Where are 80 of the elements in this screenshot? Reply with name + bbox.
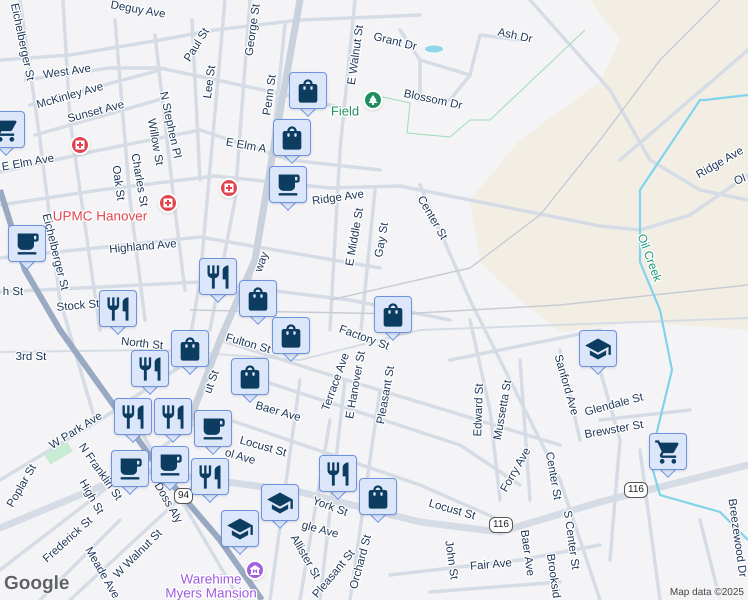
tree-icon [367, 94, 379, 106]
shopping-bag-marker[interactable] [171, 330, 209, 376]
street-label: Ol [732, 172, 748, 188]
street-label: Brooksid [544, 553, 562, 599]
street-label: gle Ave [300, 519, 340, 541]
fork-knife-marker[interactable] [131, 350, 169, 396]
street-label: way [252, 250, 272, 274]
street-label: Blossom Dr [402, 88, 464, 112]
street-label: Grant Dr [372, 30, 418, 54]
street-label: Fair Ave [470, 557, 512, 573]
street-label: E Elm Ave [0, 152, 56, 174]
shopping-bag-marker[interactable] [359, 478, 397, 524]
hospital-pin-icon[interactable] [219, 178, 239, 198]
shopping-bag-marker[interactable] [272, 317, 310, 363]
graduation-cap-marker[interactable] [221, 510, 259, 556]
route-shield: 116 [624, 482, 648, 498]
fork-knife-marker[interactable] [191, 458, 229, 504]
google-logo: Google [4, 572, 70, 596]
street-label: Baer Ave [518, 529, 536, 577]
street-label: Breezewood Dr [726, 498, 748, 578]
street-label: E Walnut St [346, 24, 366, 86]
street-label: ut St [202, 368, 222, 396]
museum-label: Warehime [180, 572, 242, 587]
street-label: h St [2, 286, 24, 298]
street-label: E Elm A [224, 136, 268, 156]
street-label: West Ave [42, 62, 92, 82]
street-label: E Middle St [344, 207, 366, 267]
park-label: Field [330, 103, 360, 118]
street-label: Ash Dr [496, 26, 534, 46]
fork-knife-marker[interactable] [114, 398, 152, 444]
graduation-cap-marker[interactable] [579, 330, 617, 376]
street-label: S Center St [560, 510, 582, 570]
street-label: Edward St [472, 383, 486, 437]
street-label: Baer Ave [254, 400, 302, 424]
street-label: Sunset Ave [66, 98, 126, 126]
fork-knife-marker[interactable] [199, 258, 237, 304]
tree-pin-icon[interactable] [363, 90, 383, 110]
hospital-icon [74, 139, 86, 151]
street-label: George St [243, 3, 263, 57]
street-label: Ridge Ave [311, 188, 365, 208]
street-label: Locust St [427, 498, 477, 522]
street-label: Eichelberger St [8, 2, 36, 82]
street-label: ol Ave [223, 446, 257, 468]
hospital-pin-icon[interactable] [158, 193, 178, 213]
street-label: North St [120, 336, 164, 352]
street-label: Stock St [56, 298, 100, 314]
street-label: Fulton St [224, 332, 272, 356]
street-label: Penn St [261, 74, 279, 116]
hospital-icon [223, 182, 235, 194]
street-label: Sanford Ave [552, 353, 580, 417]
street-label: Center St [542, 451, 564, 501]
pond [425, 46, 443, 52]
graduation-cap-marker[interactable] [261, 484, 299, 530]
route-shield: 116 [489, 517, 513, 533]
fork-knife-marker[interactable] [99, 290, 137, 336]
shopping-cart-marker[interactable] [649, 433, 687, 479]
museum-icon [249, 564, 261, 576]
fork-knife-marker[interactable] [154, 398, 192, 444]
street-label: John St [442, 540, 460, 580]
street-label: 3rd St [16, 351, 46, 364]
street-label: Brewster St [584, 418, 644, 442]
street-label: Oak St [110, 164, 126, 202]
hospital-icon [162, 197, 174, 209]
route-shield: 94 [174, 488, 194, 504]
shopping-bag-marker[interactable] [289, 72, 327, 118]
street-label: Mussetta St [492, 379, 514, 441]
hospital-pin-icon[interactable] [70, 135, 90, 155]
street-label: Lee St [202, 64, 218, 100]
street-label: Highland Ave [108, 238, 178, 256]
street-label: Glendale St [583, 391, 645, 419]
coffee-cup-marker[interactable] [269, 166, 307, 212]
shopping-bag-marker[interactable] [273, 119, 311, 165]
creek-label: Oil Creek [634, 232, 665, 284]
street-label: York St [310, 495, 350, 519]
museum-label: Myers Mansion [165, 586, 257, 600]
street-label: Deguy Ave [110, 0, 166, 21]
shopping-bag-marker[interactable] [239, 280, 277, 326]
museum-pin-icon[interactable] [245, 560, 265, 580]
street-label: Pleasant St [375, 365, 398, 426]
street-label: Gay St [373, 222, 391, 258]
